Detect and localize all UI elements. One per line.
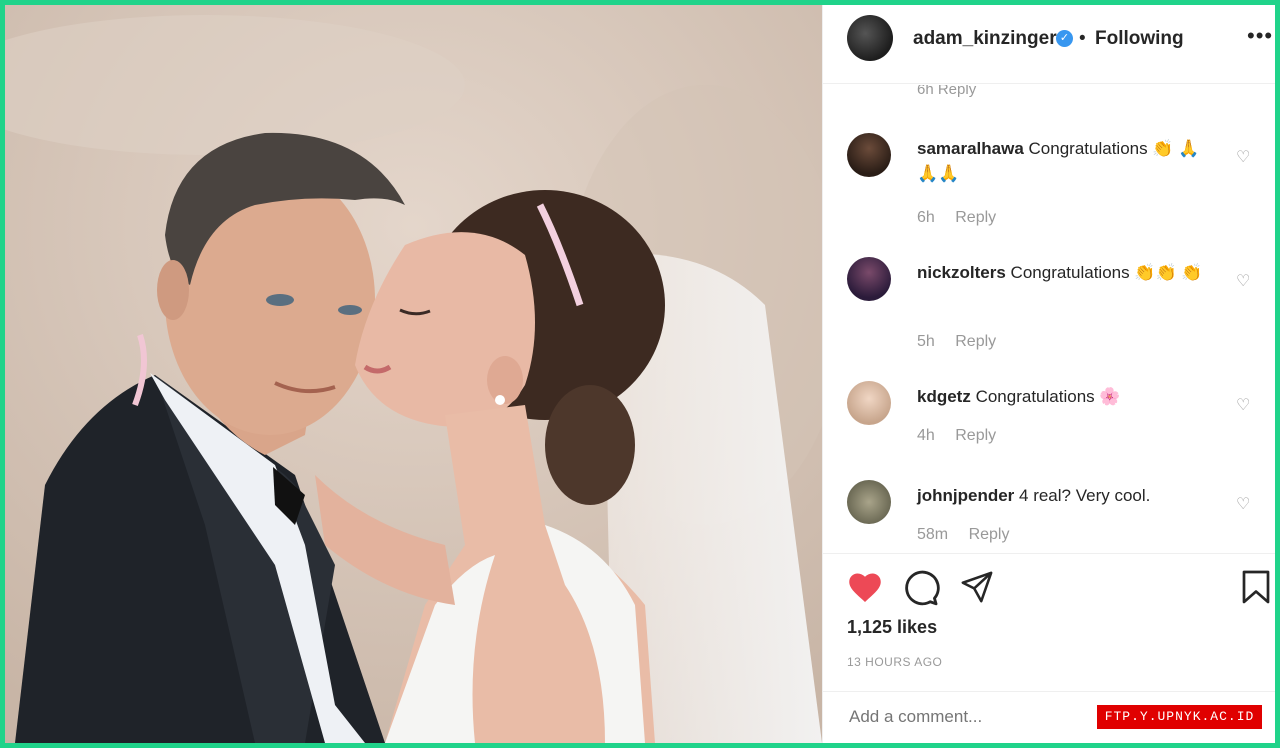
share-direct-icon[interactable] [959, 570, 995, 604]
post-photo[interactable] [5, 5, 822, 743]
commenter-avatar[interactable] [847, 480, 891, 524]
add-comment-input[interactable] [847, 706, 1101, 728]
comment-emoji: 👏👏 👏 [1134, 263, 1203, 282]
commenter-avatar[interactable] [847, 381, 891, 425]
like-comment-heart-icon[interactable]: ♡ [1236, 147, 1252, 166]
more-dots-icon[interactable]: ••• [1247, 23, 1273, 49]
post-timestamp: 13 HOURS AGO [847, 655, 943, 669]
post-modal: adam_kinzinger ✓ • Following ••• 6h Repl… [5, 5, 1275, 743]
reply-link[interactable]: Reply [955, 209, 996, 226]
comment-text: Congratulations [1028, 139, 1148, 158]
verified-badge-icon: ✓ [1056, 30, 1073, 47]
commenter-username[interactable]: nickzolters [917, 263, 1006, 282]
author-username[interactable]: adam_kinzinger [913, 28, 1057, 50]
comment-emoji: 🌸 [1099, 387, 1121, 406]
commenter-username[interactable]: johnjpender [917, 486, 1014, 505]
like-heart-icon[interactable] [847, 570, 883, 604]
comment-text: 4 real? Very cool. [1019, 486, 1151, 505]
cut-comment-meta: 6h Reply [917, 85, 977, 98]
source-watermark: FTP.Y.UPNYK.AC.ID [1097, 705, 1262, 729]
separator-dot: • [1079, 28, 1086, 49]
comment-bubble-icon[interactable] [902, 569, 940, 607]
likes-count[interactable]: 1,125 likes [847, 617, 937, 638]
comment-age: 6h [917, 209, 935, 226]
post-side-panel: adam_kinzinger ✓ • Following ••• 6h Repl… [822, 5, 1275, 743]
post-header: adam_kinzinger ✓ • Following ••• [823, 5, 1275, 84]
reply-link[interactable]: Reply [969, 526, 1010, 543]
comment-text: Congratulations [1010, 263, 1130, 282]
comment-age: 5h [917, 333, 935, 350]
following-button[interactable]: Following [1095, 28, 1184, 50]
save-bookmark-icon[interactable] [1240, 569, 1272, 605]
like-comment-heart-icon[interactable]: ♡ [1236, 271, 1252, 290]
commenter-avatar[interactable] [847, 257, 891, 301]
comment-age: 58m [917, 526, 949, 543]
author-avatar[interactable] [847, 15, 893, 61]
comment-text: Congratulations [975, 387, 1095, 406]
commenter-avatar[interactable] [847, 133, 891, 177]
wedding-couple-image [5, 5, 822, 743]
commenter-username[interactable]: samaralhawa [917, 139, 1024, 158]
comment-age: 4h [917, 427, 935, 444]
comments-list[interactable]: 6h Reply samaralhawa Congratulations 👏 🙏… [823, 85, 1275, 550]
like-comment-heart-icon[interactable]: ♡ [1236, 395, 1252, 414]
commenter-username[interactable]: kdgetz [917, 387, 971, 406]
like-comment-heart-icon[interactable]: ♡ [1236, 494, 1252, 513]
reply-link[interactable]: Reply [955, 427, 996, 444]
reply-link[interactable]: Reply [955, 333, 996, 350]
